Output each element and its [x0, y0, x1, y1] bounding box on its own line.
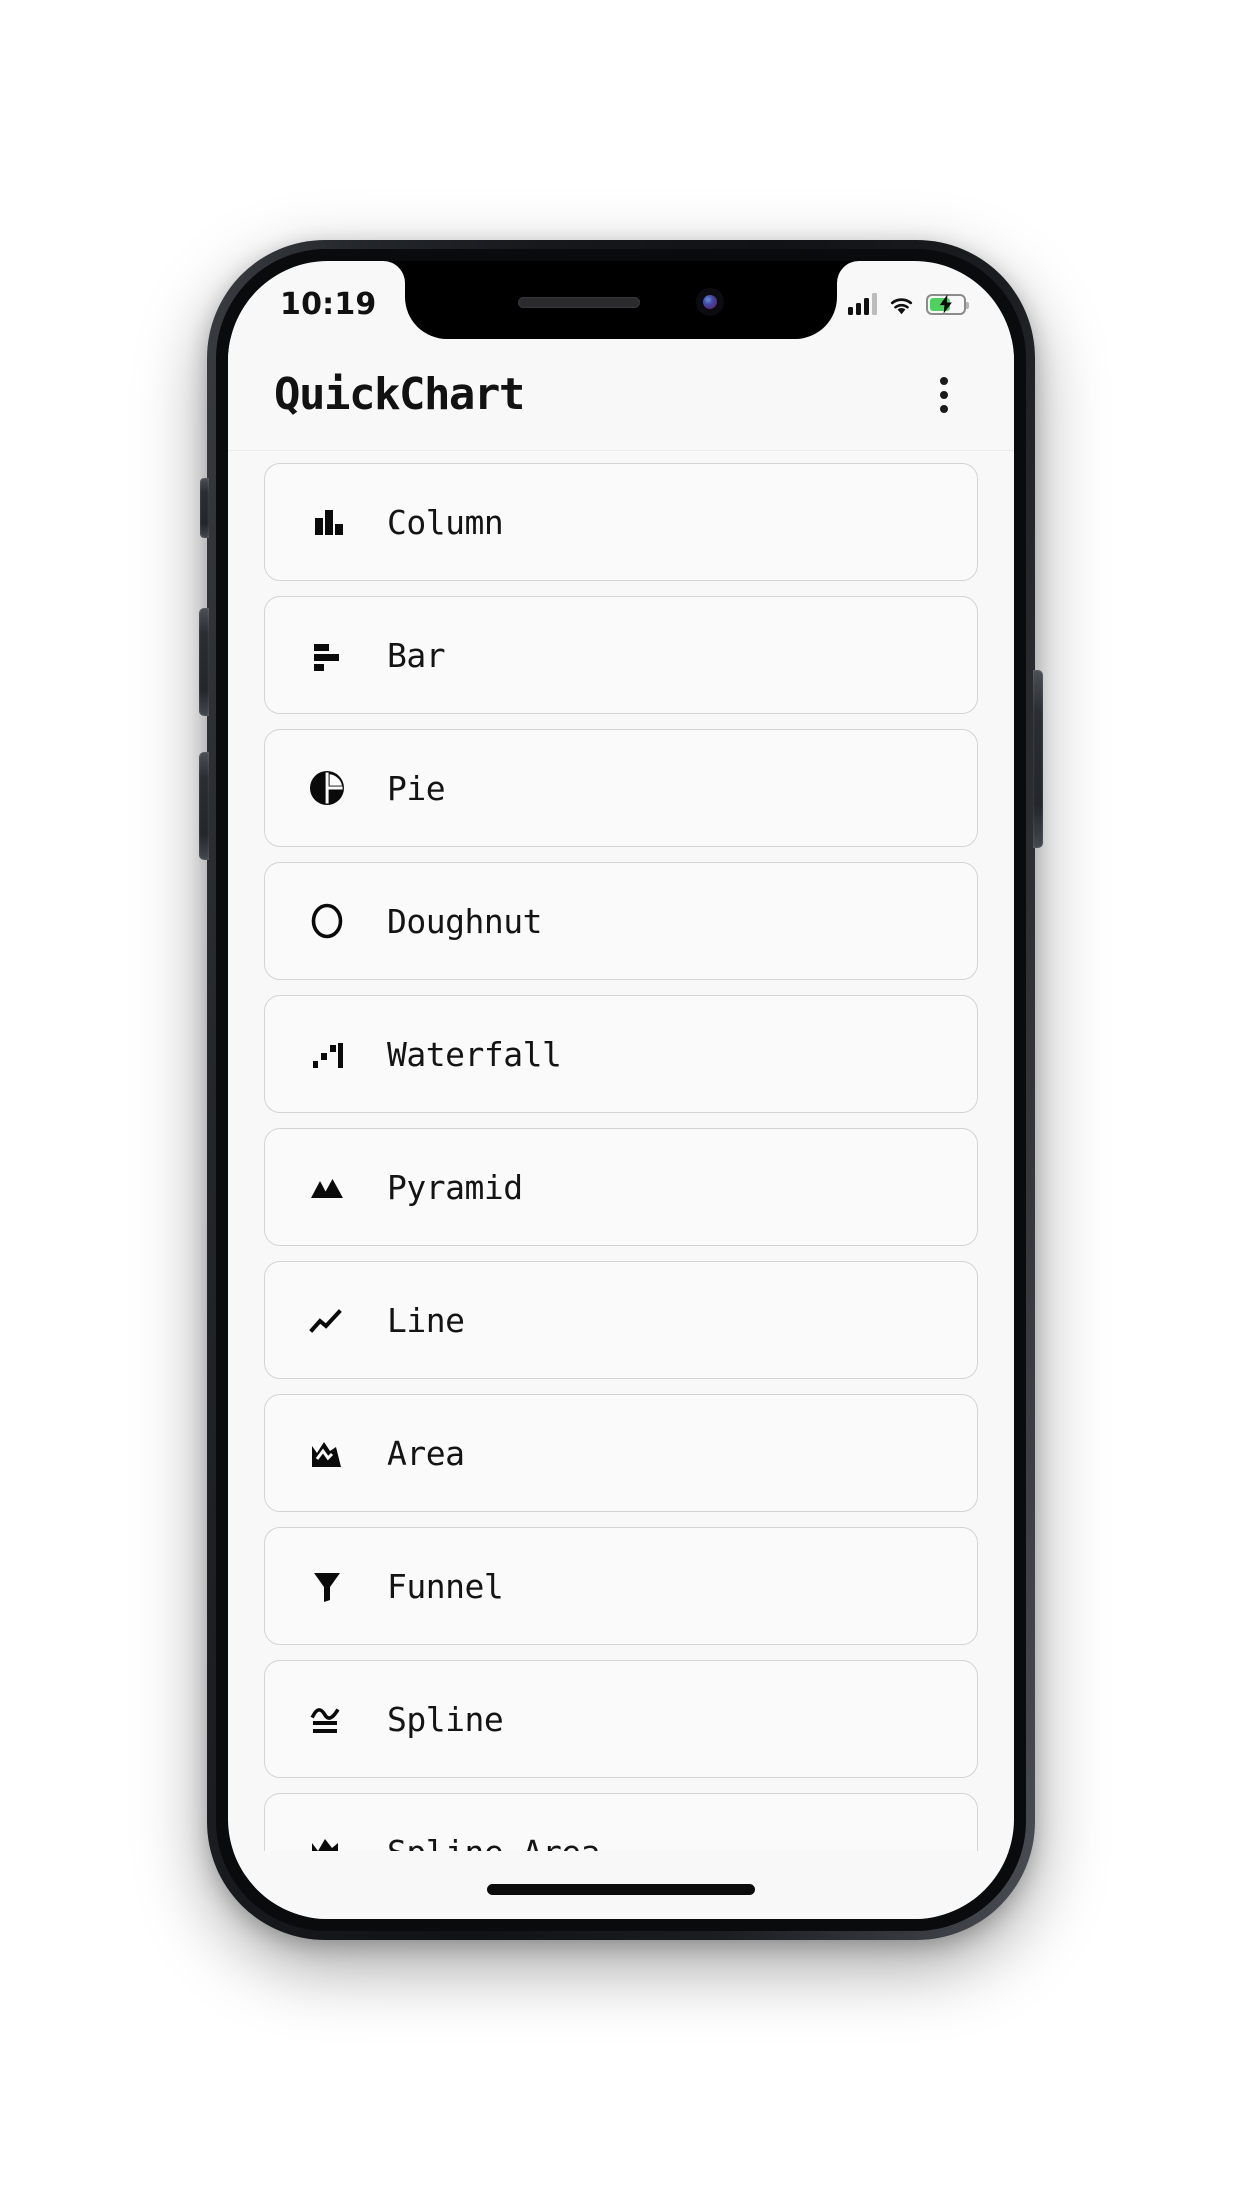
- list-item-column[interactable]: Column: [264, 463, 978, 581]
- cellular-signal-icon: [848, 293, 877, 315]
- app-bar: QuickChart: [228, 339, 1014, 451]
- list-item-area[interactable]: Area: [264, 1394, 978, 1512]
- list-item-label: Pie: [387, 768, 446, 808]
- list-item-waterfall[interactable]: Waterfall: [264, 995, 978, 1113]
- column-chart-icon: [289, 502, 365, 542]
- list-item-pyramid[interactable]: Pyramid: [264, 1128, 978, 1246]
- pie-chart-icon: [289, 768, 365, 808]
- spline-chart-icon: [289, 1699, 365, 1739]
- battery-charging-icon: [926, 293, 969, 315]
- list-item-label: Line: [387, 1300, 465, 1340]
- device-notch: [405, 261, 837, 339]
- list-item-label: Pyramid: [387, 1167, 523, 1207]
- mute-switch-button[interactable]: [200, 478, 209, 538]
- waterfall-chart-icon: [289, 1034, 365, 1074]
- status-bar-icons: [848, 293, 969, 315]
- status-bar-time: 10:19: [280, 286, 377, 322]
- more-vertical-icon[interactable]: [918, 369, 970, 421]
- home-indicator[interactable]: [487, 1884, 755, 1895]
- chart-type-list[interactable]: Column Bar Pie Doughnut Waterfall Pyrami…: [228, 451, 1014, 1919]
- list-item-label: Funnel: [387, 1566, 504, 1606]
- area-chart-icon: [289, 1433, 365, 1473]
- line-chart-icon: [289, 1300, 365, 1340]
- list-item-label: Doughnut: [387, 901, 542, 941]
- list-item-label: Waterfall: [387, 1034, 562, 1074]
- volume-down-button[interactable]: [199, 752, 209, 860]
- wifi-icon: [890, 297, 913, 314]
- charging-bolt-icon: [939, 294, 952, 314]
- earpiece-speaker-icon: [518, 296, 640, 308]
- doughnut-chart-icon: [289, 901, 365, 941]
- list-item-bar[interactable]: Bar: [264, 596, 978, 714]
- list-item-pie[interactable]: Pie: [264, 729, 978, 847]
- list-item-label: Area: [387, 1433, 465, 1473]
- list-item-line[interactable]: Line: [264, 1261, 978, 1379]
- power-button[interactable]: [1033, 670, 1043, 848]
- volume-up-button[interactable]: [199, 608, 209, 716]
- phone-device-frame: 10:19 QuickChart Column Bar Pie Doughnut…: [199, 240, 1043, 1940]
- phone-screen: 10:19 QuickChart Column Bar Pie Doughnut…: [228, 261, 1014, 1919]
- list-item-label: Bar: [387, 635, 446, 675]
- funnel-chart-icon: [289, 1566, 365, 1606]
- list-item-funnel[interactable]: Funnel: [264, 1527, 978, 1645]
- front-camera-icon: [696, 288, 724, 316]
- app-title: QuickChart: [274, 369, 525, 420]
- bar-chart-icon: [289, 635, 365, 675]
- list-item-label: Spline: [387, 1699, 504, 1739]
- list-item-label: Column: [387, 502, 504, 542]
- pyramid-chart-icon: [289, 1167, 365, 1207]
- list-item-doughnut[interactable]: Doughnut: [264, 862, 978, 980]
- list-item-spline[interactable]: Spline: [264, 1660, 978, 1778]
